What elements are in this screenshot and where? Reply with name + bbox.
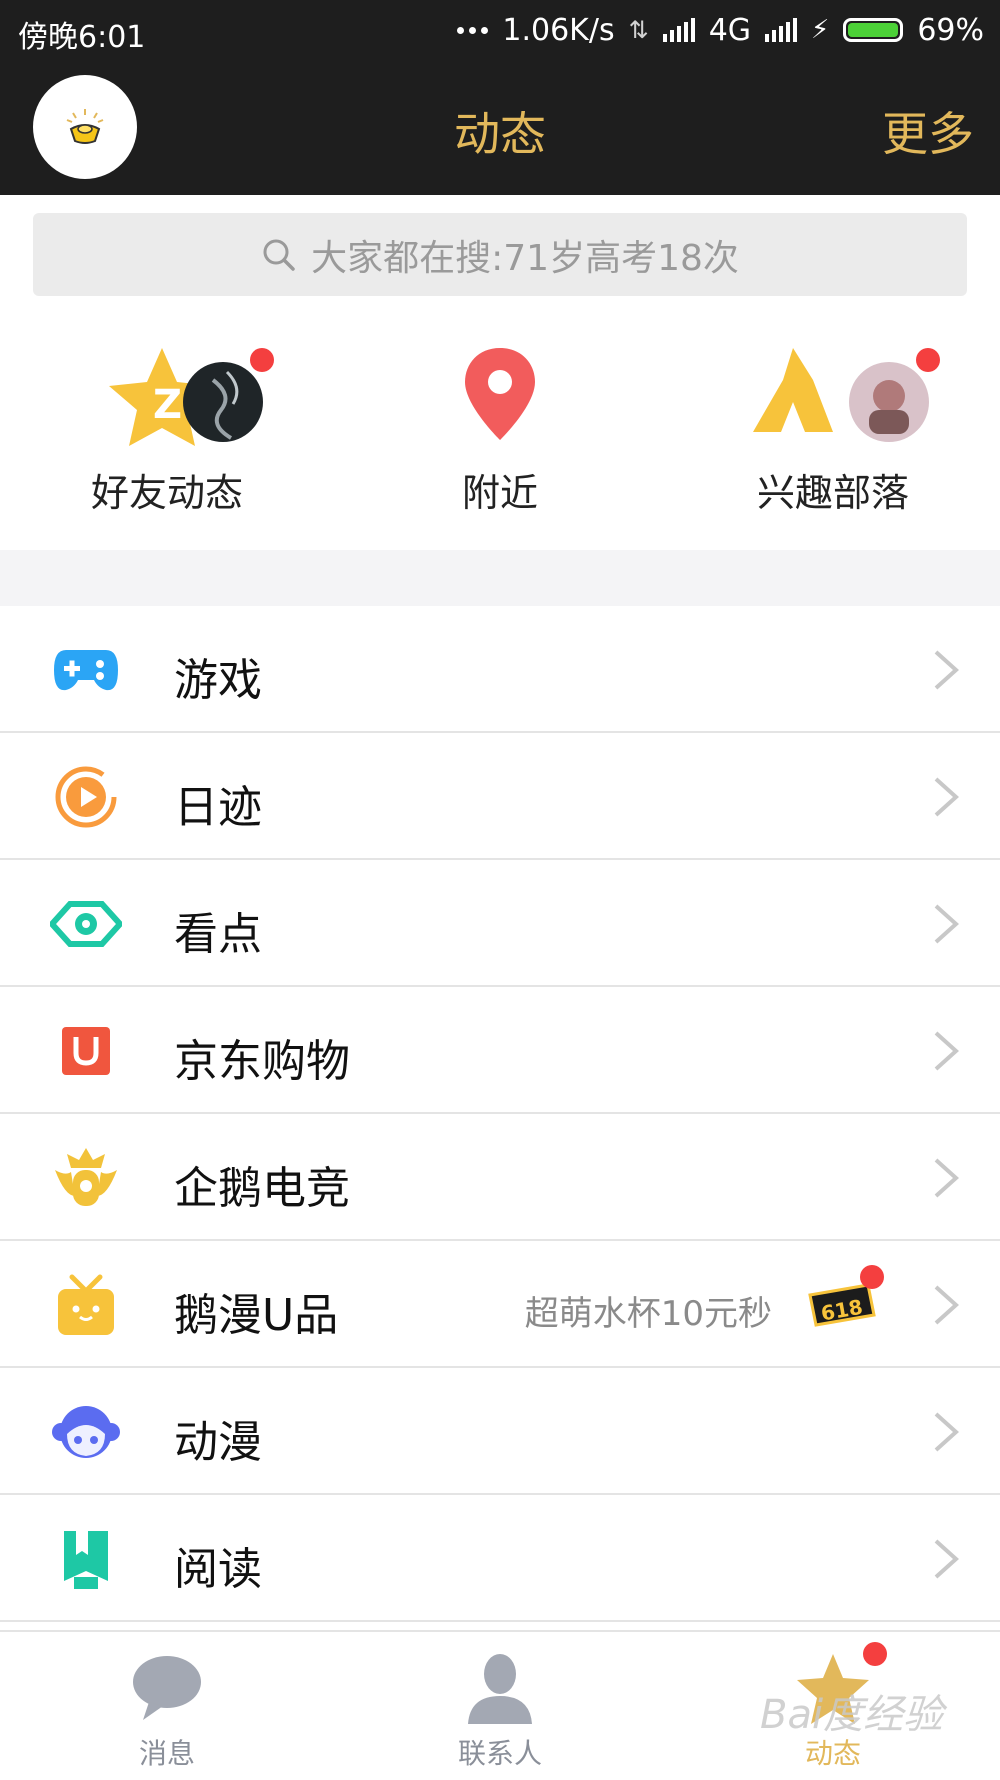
signal-icon	[662, 18, 695, 42]
tab-contacts[interactable]: 联系人	[400, 1632, 600, 1780]
search-placeholder: 大家都在搜:71岁高考18次	[311, 237, 739, 279]
svg-text:Z: Z	[153, 382, 182, 428]
chevron-right-icon	[934, 1412, 959, 1452]
gamepad-icon	[50, 639, 122, 701]
feature-list: 游戏 日迹 看点 京东购物 企鹅电竞 鹅漫U品 超萌水杯10元秒 618 动漫 …	[0, 606, 1000, 1622]
red-dot-badge	[860, 1265, 884, 1289]
list-item-reading[interactable]: 阅读	[0, 1495, 1000, 1622]
quick-entry-interest-tribe[interactable]: 兴趣部落	[703, 340, 963, 520]
list-item-games[interactable]: 游戏	[0, 606, 1000, 733]
location-pin-icon	[370, 340, 630, 450]
list-item-anime[interactable]: 动漫	[0, 1368, 1000, 1495]
red-dot-badge	[916, 348, 940, 372]
chevron-right-icon	[934, 1539, 959, 1579]
quick-entry-label: 兴趣部落	[756, 471, 909, 515]
page-title: 动态	[454, 107, 546, 161]
list-item-label: 阅读	[174, 1544, 262, 1595]
list-item-label: 日迹	[174, 782, 262, 833]
quick-entry-label: 好友动态	[90, 471, 243, 515]
red-dot-badge	[250, 348, 274, 372]
search-icon	[263, 239, 295, 271]
promo-618-badge: 618	[804, 1265, 884, 1335]
chevron-right-icon	[934, 650, 959, 690]
gift-box-icon	[50, 1274, 122, 1336]
list-item-label: 鹅漫U品	[174, 1290, 339, 1341]
list-item-jd-shopping[interactable]: 京东购物	[0, 987, 1000, 1114]
list-item-daily-story[interactable]: 日迹	[0, 733, 1000, 860]
more-button[interactable]: 更多	[882, 98, 974, 164]
anime-face-icon	[50, 1401, 122, 1463]
red-dot-badge	[863, 1642, 887, 1666]
list-item-label: 京东购物	[174, 1036, 350, 1087]
quick-entry-friends-feed[interactable]: Z 好友动态	[37, 340, 297, 520]
chevron-right-icon	[934, 1031, 959, 1071]
chevron-right-icon	[934, 777, 959, 817]
play-circle-icon	[50, 766, 122, 828]
charging-icon: ⚡	[811, 15, 830, 45]
quick-entry-label: 附近	[461, 471, 538, 515]
person-icon	[468, 1654, 532, 1724]
tab-messages[interactable]: 消息	[67, 1632, 267, 1780]
section-divider	[0, 550, 1000, 606]
list-item-label: 企鹅电竞	[174, 1163, 350, 1214]
battery-percent: 69%	[917, 12, 984, 48]
search-bar[interactable]: 大家都在搜:71岁高考18次	[33, 213, 967, 296]
data-transfer-icon: ⇅	[628, 16, 649, 44]
eye-icon	[50, 893, 122, 955]
watermark: Bai度经验	[760, 1692, 944, 1738]
chevron-right-icon	[934, 1158, 959, 1198]
list-item-label: 看点	[174, 909, 262, 960]
network-type: 4G	[708, 12, 752, 48]
tab-label: 联系人	[457, 1737, 542, 1770]
chevron-right-icon	[934, 904, 959, 944]
bookmark-icon	[50, 1528, 122, 1590]
chevron-right-icon	[934, 1285, 959, 1325]
network-speed: 1.06K/s	[502, 12, 615, 48]
list-item-label: 游戏	[174, 655, 262, 706]
signal-icon-secondary	[765, 18, 798, 42]
status-indicators: 1.06K/s ⇅ 4G ⚡ 69%	[457, 12, 984, 48]
chat-bubble-icon	[133, 1656, 201, 1720]
status-time: 傍晚6:01	[18, 20, 146, 55]
esports-crown-icon	[50, 1147, 122, 1209]
list-item-penguin-esports[interactable]: 企鹅电竞	[0, 1114, 1000, 1241]
battery-icon	[843, 18, 904, 42]
list-item-label: 动漫	[174, 1417, 262, 1468]
tab-label: 消息	[138, 1737, 195, 1770]
more-dots-icon	[457, 26, 489, 34]
jd-bag-icon	[50, 1020, 122, 1082]
promo-text: 超萌水杯10元秒	[524, 1294, 772, 1334]
quick-entry-nearby[interactable]: 附近	[370, 340, 630, 520]
list-item-penguin-goods[interactable]: 鹅漫U品 超萌水杯10元秒 618	[0, 1241, 1000, 1368]
list-item-highlights[interactable]: 看点	[0, 860, 1000, 987]
